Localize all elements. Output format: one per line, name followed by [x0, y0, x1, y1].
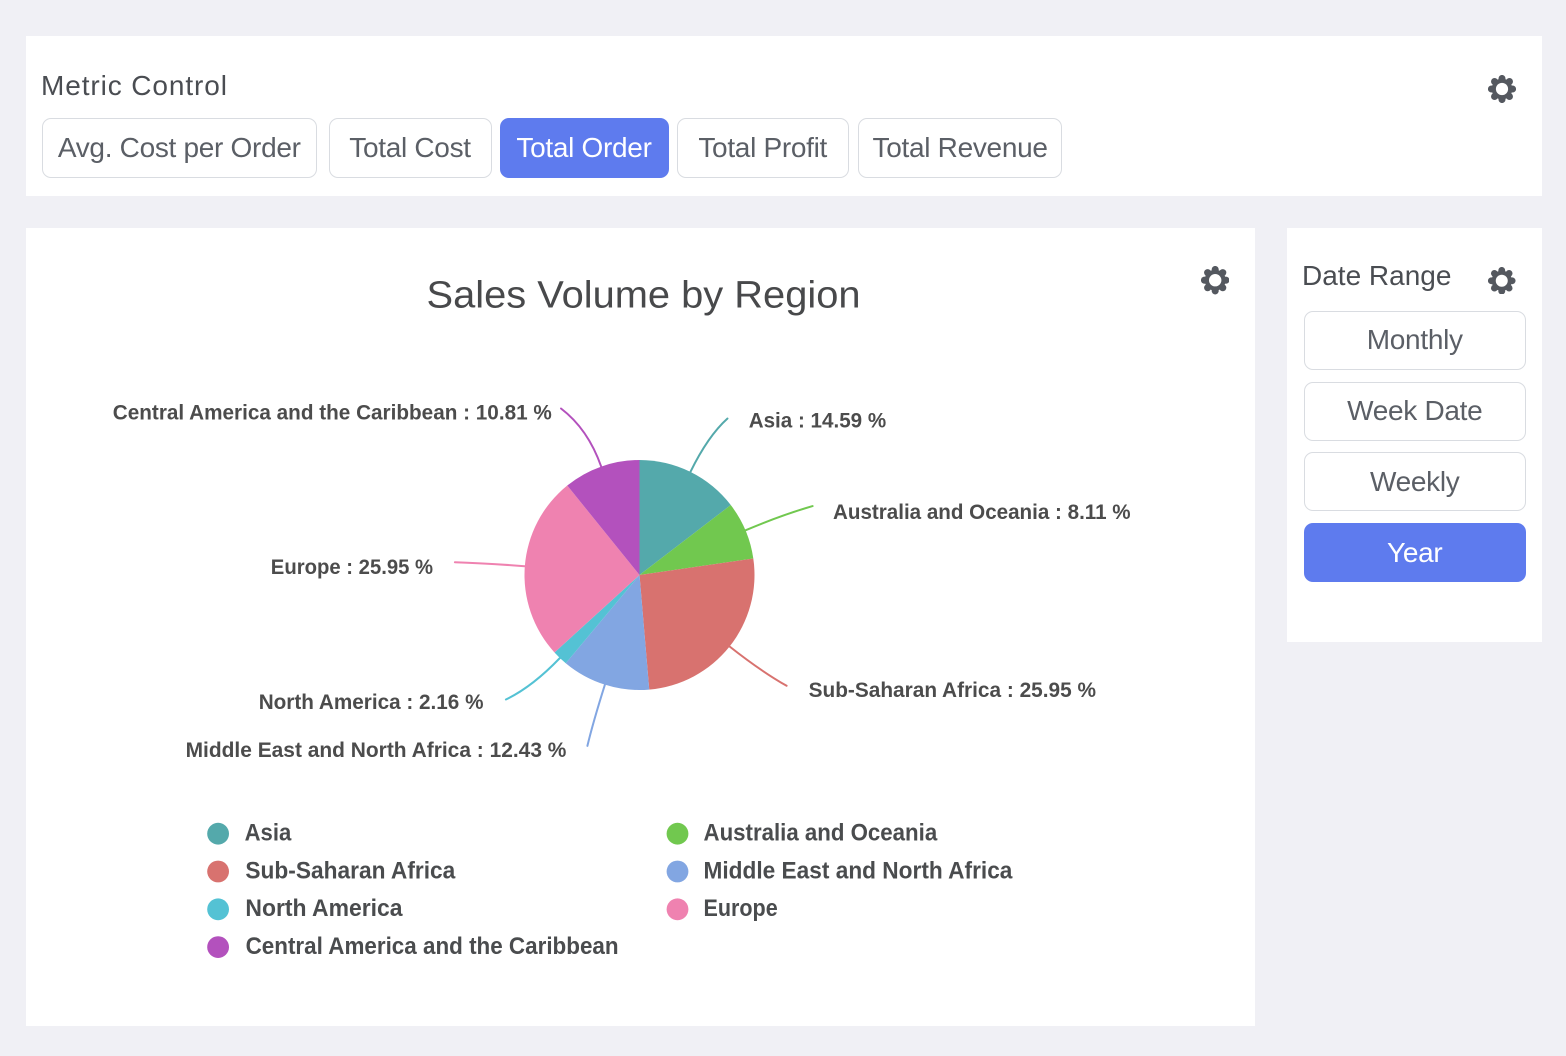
svg-text:Australia and Oceania : 8.11 %: Australia and Oceania : 8.11 %: [833, 500, 1131, 524]
svg-text:North America : 2.16 %: North America : 2.16 %: [259, 690, 484, 714]
svg-text:Middle East and North Africa :: Middle East and North Africa : 12.43 %: [186, 738, 567, 762]
svg-text:Central America and the Caribb: Central America and the Caribbean: [246, 933, 619, 960]
svg-text:Middle East and North Africa: Middle East and North Africa: [704, 857, 1013, 884]
svg-text:Europe: Europe: [704, 895, 778, 922]
svg-text:Australia and Oceania: Australia and Oceania: [704, 820, 938, 847]
svg-text:Sub-Saharan Africa: Sub-Saharan Africa: [245, 857, 455, 884]
svg-text:Central America and the Caribb: Central America and the Caribbean : 10.8…: [113, 401, 552, 425]
svg-text:Asia: Asia: [245, 820, 292, 847]
svg-text:North America: North America: [245, 895, 402, 922]
svg-text:Europe : 25.95 %: Europe : 25.95 %: [271, 555, 433, 579]
svg-text:Sales Volume by Region: Sales Volume by Region: [427, 275, 861, 317]
svg-text:Sub-Saharan Africa : 25.95 %: Sub-Saharan Africa : 25.95 %: [809, 678, 1096, 702]
svg-text:Asia : 14.59 %: Asia : 14.59 %: [749, 409, 887, 433]
